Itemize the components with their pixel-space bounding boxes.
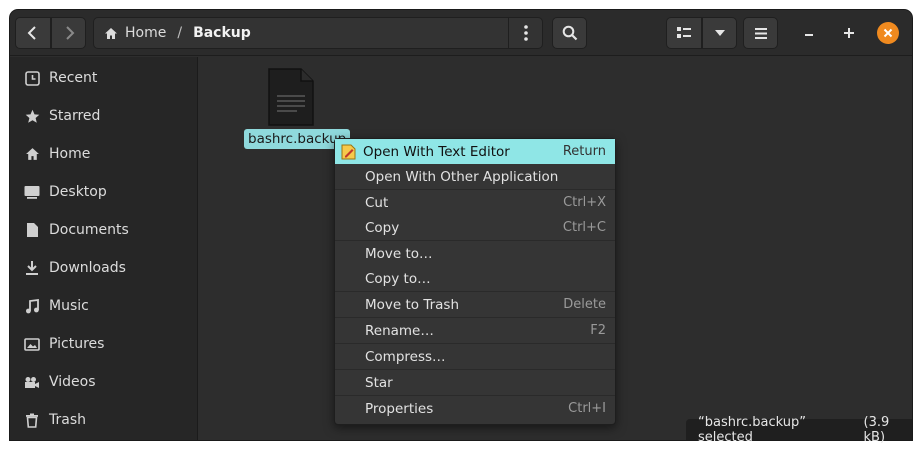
star-icon [24,108,40,124]
sidebar-item-music[interactable]: Music [10,288,198,324]
sidebar-item-label: Recent [49,70,98,86]
document-icon [24,222,40,238]
menu-item-rename[interactable]: Rename… F2 [335,318,615,343]
close-button[interactable] [877,22,899,44]
status-selection-text: “bashrc.backup” selected [698,414,807,445]
vertical-dots-icon [523,25,528,41]
picture-icon [24,336,40,352]
maximize-icon [844,28,854,38]
sidebar-item-label: Music [49,298,89,314]
sidebar-item-trash[interactable]: Trash [10,402,198,438]
minimize-icon [805,34,813,36]
home-icon [24,146,40,162]
minimize-button[interactable] [798,22,820,44]
selection-status: “bashrc.backup” selected (3.9 kB) [686,415,912,445]
header-bar: Home / Backup [10,10,912,56]
video-icon [24,374,40,390]
sidebar-item-label: Videos [49,374,96,390]
sidebar-item-label: Downloads [49,260,126,276]
path-menu-button[interactable] [508,17,542,49]
sidebar-item-label: Starred [49,108,101,124]
menu-accel: Return [562,144,606,159]
text-file-icon [268,68,314,126]
sidebar-item-pictures[interactable]: Pictures [10,326,198,362]
main-menu-button[interactable] [743,17,778,49]
menu-item-cut[interactable]: Cut Ctrl+X [335,190,615,215]
menu-item-star[interactable]: Star [335,370,615,395]
path-segment-label: Home [125,25,167,41]
list-view-icon [677,27,691,38]
menu-item-move-to-trash[interactable]: Move to Trash Delete [335,292,615,317]
back-button[interactable] [15,17,51,49]
download-icon [24,260,40,276]
path-segment-current[interactable]: Backup [193,25,251,41]
menu-item-move-to[interactable]: Move to… [335,241,615,266]
sidebar-item-desktop[interactable]: Desktop [10,174,198,210]
sidebar: Recent Starred Home Desktop Documents Do… [10,57,198,440]
sidebar-item-recent[interactable]: Recent [10,60,198,96]
maximize-button[interactable] [838,22,860,44]
caret-down-icon [714,30,725,36]
home-icon [105,27,117,39]
trash-icon [24,412,40,428]
path-separator: / [177,25,183,41]
forward-button[interactable] [51,17,86,49]
menu-item-open-with-text-editor[interactable]: Open With Text Editor Return [335,139,615,164]
search-button[interactable] [552,17,587,49]
file-item[interactable] [267,67,315,127]
sidebar-item-home[interactable]: Home [10,136,198,172]
sidebar-item-label: Desktop [49,184,107,200]
sidebar-item-label: Home [49,146,91,162]
view-options-button[interactable] [702,17,737,49]
close-icon [883,28,893,38]
sidebar-item-starred[interactable]: Starred [10,98,198,134]
menu-item-copy-to[interactable]: Copy to… [335,266,615,291]
sidebar-item-label: Documents [49,222,129,238]
desktop-icon [24,184,40,200]
menu-item-open-with-other-application[interactable]: Open With Other Application [335,164,615,189]
chevron-right-icon [65,26,74,40]
sidebar-item-label: Trash [49,412,86,428]
text-editor-icon [341,144,356,159]
search-icon [562,25,577,41]
status-size-text: (3.9 kB) [863,414,890,445]
context-menu: Open With Text Editor Return Open With O… [334,138,616,425]
sidebar-item-downloads[interactable]: Downloads [10,250,198,286]
sidebar-item-documents[interactable]: Documents [10,212,198,248]
sidebar-item-label: Pictures [49,336,105,352]
menu-item-copy[interactable]: Copy Ctrl+C [335,215,615,240]
menu-item-compress[interactable]: Compress… [335,344,615,369]
list-view-button[interactable] [666,17,702,49]
path-bar: Home / Backup [93,17,543,49]
path-segment-home[interactable]: Home [94,25,166,41]
recent-icon [24,70,40,86]
chevron-left-icon [27,26,36,40]
sidebar-item-videos[interactable]: Videos [10,364,198,400]
hamburger-icon [754,27,767,39]
menu-item-properties[interactable]: Properties Ctrl+I [335,396,615,421]
music-icon [24,298,40,314]
